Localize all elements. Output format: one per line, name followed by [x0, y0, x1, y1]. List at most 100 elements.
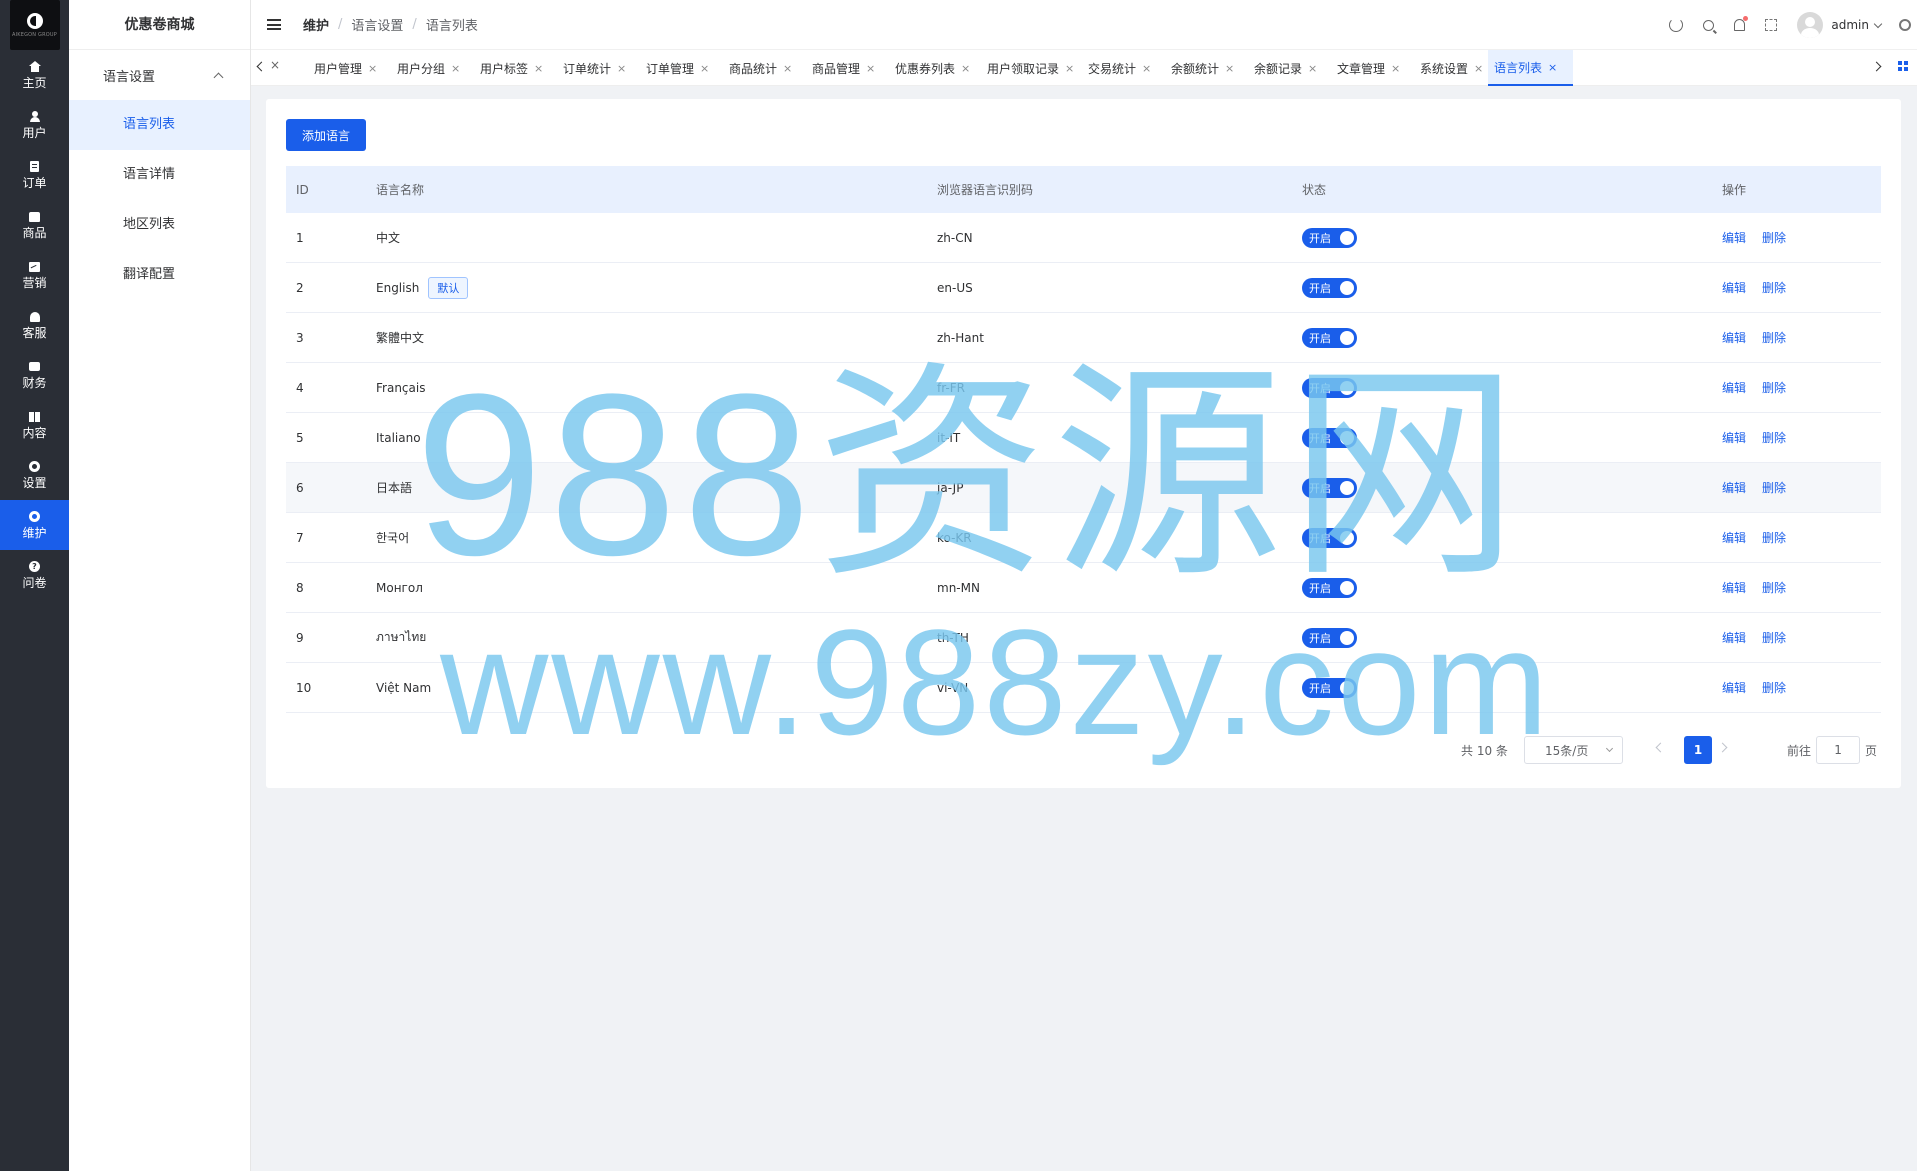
tab-9[interactable]: 用户领取记录 ×: [981, 50, 1074, 86]
edit-link[interactable]: 编辑: [1722, 429, 1746, 446]
avatar[interactable]: [1797, 12, 1824, 38]
status-toggle[interactable]: 开启: [1302, 577, 1357, 598]
delete-link[interactable]: 删除: [1762, 379, 1786, 396]
sidebar-item-translation-config[interactable]: 翻译配置: [69, 250, 250, 300]
tab-1[interactable]: 用户管理 ×: [308, 50, 377, 86]
rail-item-question[interactable]: ? 问卷: [0, 550, 69, 600]
edit-link[interactable]: 编辑: [1722, 379, 1746, 396]
edit-link[interactable]: 编辑: [1722, 279, 1746, 296]
close-icon[interactable]: ×: [270, 58, 280, 72]
delete-link[interactable]: 删除: [1762, 229, 1786, 246]
delete-link[interactable]: 删除: [1762, 279, 1786, 296]
page-number-current[interactable]: 1: [1684, 736, 1712, 764]
grid-menu-icon[interactable]: [1898, 61, 1908, 71]
tab-10[interactable]: 交易统计 ×: [1082, 50, 1151, 86]
close-icon[interactable]: ×: [1474, 62, 1483, 75]
close-icon[interactable]: ×: [1065, 62, 1074, 75]
add-language-button[interactable]: 添加语言: [286, 119, 366, 151]
sidebar-item-region-list[interactable]: 地区列表: [69, 200, 250, 250]
status-toggle[interactable]: 开启: [1302, 477, 1357, 498]
notification-bell-icon[interactable]: [1734, 16, 1749, 31]
scroll-right-icon[interactable]: [1871, 61, 1882, 72]
tab-4[interactable]: 订单统计 ×: [557, 50, 626, 86]
edit-link[interactable]: 编辑: [1722, 229, 1746, 246]
scroll-left-icon[interactable]: [256, 61, 267, 72]
rail-item-settings[interactable]: 设置: [0, 450, 69, 500]
delete-link[interactable]: 删除: [1762, 479, 1786, 496]
close-icon[interactable]: ×: [451, 62, 460, 75]
delete-link[interactable]: 删除: [1762, 329, 1786, 346]
edit-link[interactable]: 编辑: [1722, 479, 1746, 496]
tab-7[interactable]: 商品管理 ×: [806, 50, 875, 86]
settings-icon[interactable]: [1899, 19, 1911, 31]
sidebar-item-language-detail[interactable]: 语言详情: [69, 150, 250, 200]
refresh-icon[interactable]: [1669, 18, 1684, 32]
goto-page-input[interactable]: [1816, 736, 1861, 764]
tab-12[interactable]: 余额记录 ×: [1248, 50, 1317, 86]
tab-2[interactable]: 用户分组 ×: [391, 50, 460, 86]
rail-item-user[interactable]: 用户: [0, 100, 69, 150]
toggle-knob: [1340, 480, 1354, 495]
status-toggle[interactable]: 开启: [1302, 227, 1357, 248]
close-icon[interactable]: ×: [700, 62, 709, 75]
breadcrumb-item[interactable]: 维护: [303, 15, 329, 34]
rail-item-marketing[interactable]: 营销: [0, 250, 69, 300]
tab-5[interactable]: 订单管理 ×: [640, 50, 709, 86]
tab-6[interactable]: 商品统计 ×: [723, 50, 792, 86]
close-icon[interactable]: ×: [783, 62, 792, 75]
close-icon[interactable]: ×: [1391, 62, 1400, 75]
close-icon[interactable]: ×: [866, 62, 875, 75]
close-icon[interactable]: ×: [1548, 61, 1557, 74]
rail-item-home[interactable]: 主页: [0, 50, 69, 100]
page-size-select[interactable]: 15条/页: [1524, 736, 1623, 764]
close-icon[interactable]: ×: [534, 62, 543, 75]
tab-14[interactable]: 系统设置 ×: [1414, 50, 1483, 86]
fullscreen-icon[interactable]: [1765, 19, 1778, 31]
rail-item-service[interactable]: 客服: [0, 300, 69, 350]
delete-link[interactable]: 删除: [1762, 529, 1786, 546]
status-toggle[interactable]: 开启: [1302, 277, 1357, 298]
status-toggle[interactable]: 开启: [1302, 327, 1357, 348]
close-icon[interactable]: ×: [1225, 62, 1234, 75]
tab-3[interactable]: 用户标签 ×: [474, 50, 543, 86]
rail-item-goods[interactable]: 商品: [0, 200, 69, 250]
status-toggle[interactable]: 开启: [1302, 527, 1357, 548]
prev-page-icon[interactable]: [1655, 742, 1666, 753]
delete-link[interactable]: 删除: [1762, 679, 1786, 696]
logo[interactable]: AIKEGON GROUP: [9, 0, 60, 50]
search-icon[interactable]: [1703, 19, 1715, 31]
status-toggle[interactable]: 开启: [1302, 627, 1357, 648]
edit-link[interactable]: 编辑: [1722, 329, 1746, 346]
maintain-icon: [29, 511, 41, 523]
delete-link[interactable]: 删除: [1762, 579, 1786, 596]
status-toggle[interactable]: 开启: [1302, 377, 1357, 398]
rail-item-maintain[interactable]: 维护: [0, 500, 69, 550]
next-page-icon[interactable]: [1717, 742, 1728, 753]
rail-item-order[interactable]: 订单: [0, 150, 69, 200]
edit-link[interactable]: 编辑: [1722, 629, 1746, 646]
tab-11[interactable]: 余额统计 ×: [1165, 50, 1234, 86]
close-icon[interactable]: ×: [1308, 62, 1317, 75]
sidebar-group-language-settings[interactable]: 语言设置: [69, 50, 250, 100]
rail-item-content[interactable]: 内容: [0, 400, 69, 450]
delete-link[interactable]: 删除: [1762, 429, 1786, 446]
chevron-down-icon[interactable]: [1873, 19, 1883, 28]
close-icon[interactable]: ×: [368, 62, 377, 75]
username[interactable]: admin: [1831, 18, 1869, 32]
close-icon[interactable]: ×: [1142, 62, 1151, 75]
tab-8[interactable]: 优惠券列表 ×: [889, 50, 970, 86]
menu-toggle-icon[interactable]: [267, 19, 281, 30]
close-icon[interactable]: ×: [961, 62, 970, 75]
close-icon[interactable]: ×: [617, 62, 626, 75]
sidebar-item-language-list[interactable]: 语言列表: [69, 100, 250, 150]
breadcrumb-item[interactable]: 语言设置: [351, 15, 403, 34]
edit-link[interactable]: 编辑: [1722, 529, 1746, 546]
delete-link[interactable]: 删除: [1762, 629, 1786, 646]
tab-15[interactable]: 语言列表 ×: [1488, 50, 1574, 86]
tab-13[interactable]: 文章管理 ×: [1331, 50, 1400, 86]
edit-link[interactable]: 编辑: [1722, 579, 1746, 596]
status-toggle[interactable]: 开启: [1302, 677, 1357, 698]
status-toggle[interactable]: 开启: [1302, 427, 1357, 448]
rail-item-finance[interactable]: 财务: [0, 350, 69, 400]
edit-link[interactable]: 编辑: [1722, 679, 1746, 696]
